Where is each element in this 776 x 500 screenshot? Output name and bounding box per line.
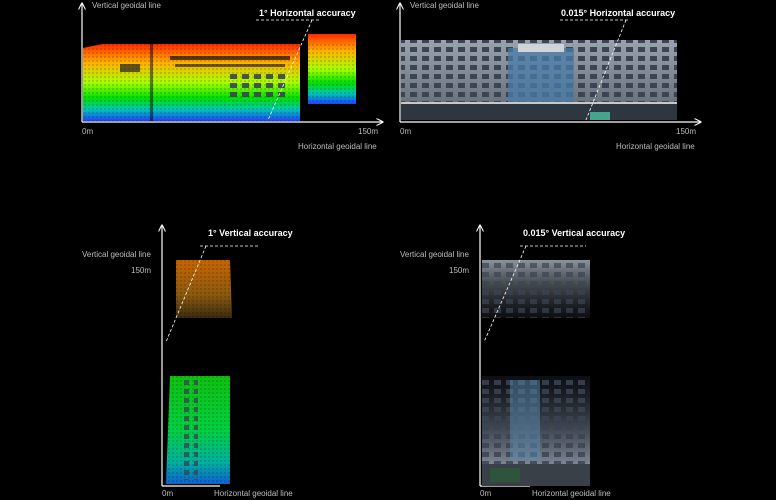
accuracy-annotation: 0.015° Vertical accuracy bbox=[523, 228, 626, 238]
building-facade-photo bbox=[401, 40, 677, 120]
y-top-label: 150m bbox=[131, 266, 152, 275]
x-end-label: 150m bbox=[676, 127, 697, 136]
y-axis-label: Vertical geoidal line bbox=[92, 1, 161, 10]
x-axis-label: Horizontal geoidal line bbox=[616, 142, 695, 151]
accuracy-annotation: 1° Horizontal accuracy bbox=[259, 8, 356, 18]
x-start-label: 0m bbox=[82, 127, 94, 136]
y-axis-label: Vertical geoidal line bbox=[400, 250, 469, 259]
accuracy-annotation: 1° Vertical accuracy bbox=[208, 228, 293, 238]
x-start-label: 0m bbox=[400, 127, 412, 136]
lidar-point-cloud bbox=[166, 260, 232, 484]
x-axis-label: Horizontal geoidal line bbox=[298, 142, 377, 151]
lidar-point-cloud bbox=[83, 34, 356, 121]
x-axis-label: Horizontal geoidal line bbox=[532, 489, 611, 498]
y-axis-label: Vertical geoidal line bbox=[410, 1, 479, 10]
x-start-label: 0m bbox=[162, 489, 174, 498]
panel-top-left bbox=[82, 4, 382, 122]
panel-top-right bbox=[400, 4, 700, 122]
accuracy-annotation: 0.015° Horizontal accuracy bbox=[561, 8, 676, 18]
x-end-label: 150m bbox=[358, 127, 379, 136]
y-axis-label: Vertical geoidal line bbox=[82, 250, 151, 259]
panel-bottom-right bbox=[480, 226, 590, 487]
building-facade-photo bbox=[482, 260, 590, 486]
y-top-label: 150m bbox=[449, 266, 470, 275]
x-axis-label: Horizontal geoidal line bbox=[214, 489, 293, 498]
x-start-label: 0m bbox=[480, 489, 492, 498]
panel-bottom-left bbox=[162, 226, 260, 487]
